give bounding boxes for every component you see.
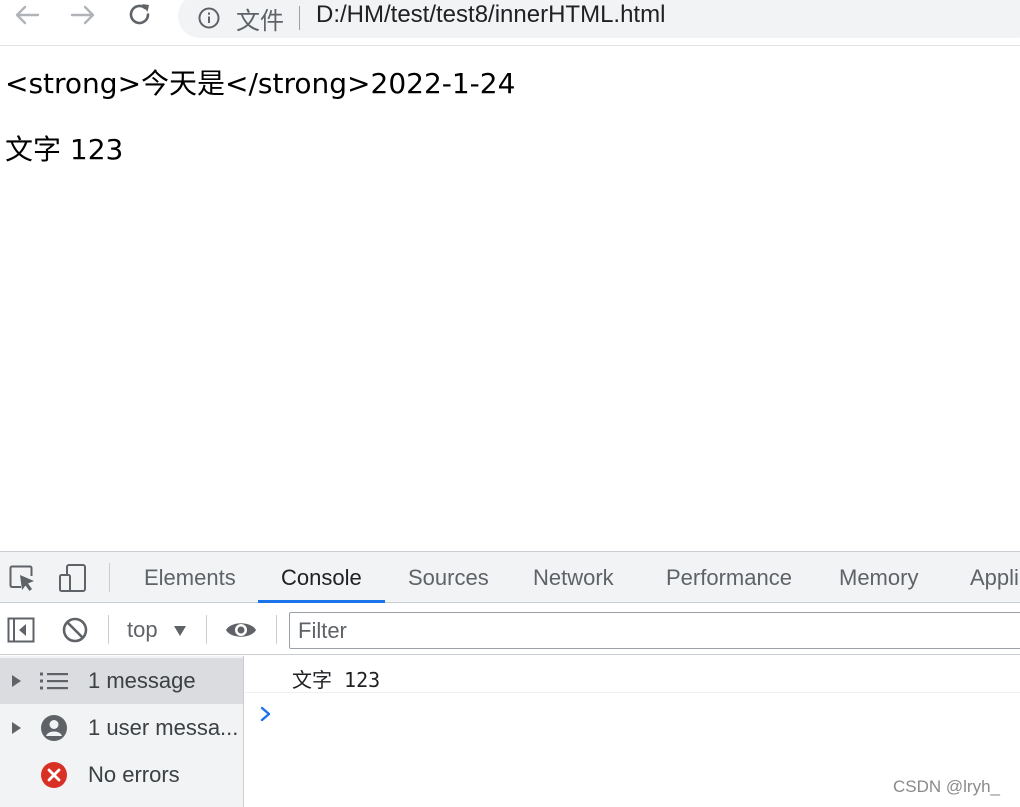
sidebar-item-messages[interactable]: 1 message: [0, 658, 243, 704]
toolbar-divider: [206, 615, 207, 644]
expand-arrow-icon[interactable]: [11, 721, 22, 740]
user-icon: [40, 714, 68, 742]
watermark: CSDN @lryh_: [893, 777, 1000, 796]
tab-elements[interactable]: Elements: [144, 552, 236, 603]
tab-sources[interactable]: Sources: [408, 552, 489, 603]
eye-icon: [226, 623, 256, 637]
filter-box[interactable]: [289, 612, 1020, 649]
arrow-right-icon: [70, 5, 95, 25]
clear-console-button[interactable]: [58, 614, 92, 646]
address-bar[interactable]: 文件 D:/HM/test/test8/innerHTML.html: [178, 0, 1020, 38]
url-text[interactable]: D:/HM/test/test8/innerHTML.html: [316, 1, 665, 29]
error-icon: [40, 761, 68, 789]
toolbar-divider: [108, 615, 109, 644]
toolbar-divider: [109, 563, 110, 592]
back-button[interactable]: [10, 0, 44, 30]
forward-button[interactable]: [66, 0, 100, 30]
browser-toolbar: 文件 D:/HM/test/test8/innerHTML.html: [0, 0, 1020, 46]
device-mode-icon: [59, 564, 86, 592]
device-toolbar-button[interactable]: [54, 562, 90, 594]
sidebar-toggle-icon: [7, 617, 35, 643]
sidebar-item-label: 1 user messa...: [88, 715, 239, 740]
list-icon: [40, 667, 68, 695]
tab-performance[interactable]: Performance: [666, 552, 792, 603]
sidebar-item-errors[interactable]: No errors: [0, 752, 243, 798]
tab-application[interactable]: Appli: [970, 552, 1019, 603]
console-log-text[interactable]: 文字 123: [292, 664, 380, 693]
tab-network[interactable]: Network: [533, 552, 614, 603]
page-text-line-1: <strong>今天是</strong>2022-1-24: [5, 67, 516, 100]
context-value: top: [127, 616, 158, 642]
tab-console[interactable]: Console: [281, 552, 362, 603]
console-toolbar: top: [0, 604, 1020, 655]
inspect-icon: [9, 565, 34, 591]
block-icon: [62, 617, 88, 643]
reload-icon: [129, 4, 150, 25]
info-icon[interactable]: [198, 7, 220, 34]
toolbar-divider: [276, 615, 277, 644]
filter-input[interactable]: [298, 617, 998, 645]
console-log-row: 文字 123: [245, 656, 1020, 693]
console-prompt-icon[interactable]: [260, 706, 272, 727]
live-expression-button[interactable]: [222, 614, 260, 646]
show-console-sidebar-button[interactable]: [4, 614, 38, 646]
active-tab-indicator: [258, 600, 385, 603]
url-scheme-label: 文件: [236, 8, 284, 35]
sidebar-item-user-messages[interactable]: 1 user messa...: [0, 705, 243, 751]
inspect-element-button[interactable]: [4, 562, 40, 594]
console-sidebar: 1 message 1 user messa... No errors: [0, 656, 244, 807]
arrow-left-icon: [15, 5, 40, 25]
page-text-line-2: 文字 123: [5, 133, 124, 166]
dropdown-arrow-icon[interactable]: [173, 624, 187, 642]
reload-button[interactable]: [123, 0, 157, 30]
sidebar-item-label: 1 message: [88, 668, 196, 693]
expand-arrow-icon[interactable]: [11, 674, 22, 693]
tab-memory[interactable]: Memory: [839, 552, 918, 603]
javascript-context-select[interactable]: top: [127, 604, 158, 655]
url-separator: [299, 6, 300, 30]
devtools-panel: Elements Console Sources Network Perform…: [0, 551, 1020, 807]
sidebar-item-label: No errors: [88, 762, 180, 787]
devtools-tab-bar: Elements Console Sources Network Perform…: [0, 552, 1020, 603]
